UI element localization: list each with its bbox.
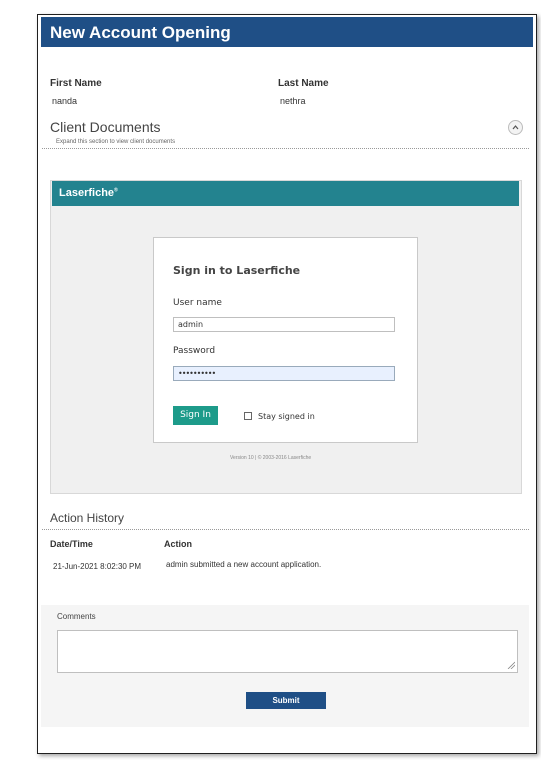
action-history-title: Action History — [50, 511, 125, 525]
username-input[interactable]: admin — [173, 317, 395, 332]
laserfiche-header-bar — [52, 181, 519, 206]
comments-label: Comments — [57, 612, 96, 621]
comments-textarea[interactable] — [57, 630, 518, 673]
stay-signed-in-checkbox[interactable] — [244, 412, 252, 420]
last-name-label: Last Name — [278, 78, 329, 89]
laserfiche-logo: Laserfiche® — [59, 187, 118, 199]
stay-signed-in-label[interactable]: Stay signed in — [258, 412, 315, 421]
column-header-action: Action — [164, 539, 192, 549]
section-divider — [42, 148, 529, 149]
column-header-datetime: Date/Time — [50, 539, 93, 549]
client-documents-subtitle: Expand this section to view client docum… — [56, 139, 176, 145]
chevron-up-icon[interactable] — [508, 120, 523, 135]
sign-in-button[interactable]: Sign In — [173, 406, 218, 425]
action-history-divider — [42, 529, 529, 530]
sign-in-title: Sign in to Laserfiche — [173, 264, 301, 277]
last-name-value: nethra — [280, 96, 306, 106]
client-documents-title[interactable]: Client Documents — [50, 119, 161, 135]
first-name-value: nanda — [52, 96, 78, 106]
resize-grip-icon[interactable] — [507, 661, 515, 669]
username-label: User name — [173, 298, 222, 308]
history-action: admin submitted a new account applicatio… — [166, 560, 322, 569]
history-datetime: 21-Jun-2021 8:02:30 PM — [53, 562, 142, 571]
submit-button[interactable]: Submit — [246, 692, 326, 709]
password-input[interactable]: •••••••••• — [173, 366, 395, 381]
form-header: New Account Opening — [41, 17, 533, 47]
page-title: New Account Opening — [50, 23, 231, 42]
password-label: Password — [173, 346, 216, 356]
first-name-label: First Name — [50, 78, 102, 89]
version-text: Version 10 | © 2003-2016 Laserfiche — [230, 455, 312, 461]
